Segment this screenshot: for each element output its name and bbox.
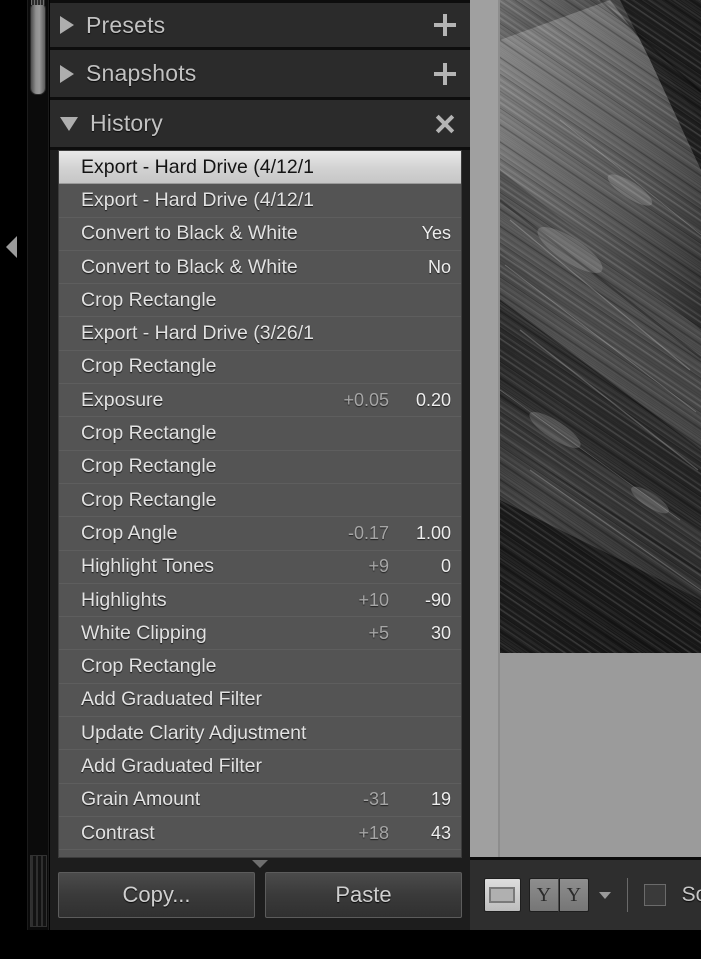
history-row-name: Crop Rectangle (81, 355, 217, 378)
plus-icon[interactable] (434, 14, 456, 36)
history-row-value: 19 (430, 789, 451, 810)
after-view-button[interactable]: Y (558, 878, 589, 912)
history-row[interactable]: Export - Hard Drive (4/12/17 10:45:10 PM… (59, 151, 461, 185)
chevron-down-icon[interactable] (60, 116, 78, 131)
history-row[interactable]: Crop Rectangle (59, 284, 461, 318)
history-row-name: Grain Amount (81, 788, 201, 811)
history-row-delta: -0.17 (347, 522, 389, 543)
history-row-name: Update Clarity Adjustment (81, 721, 307, 744)
close-icon[interactable] (434, 113, 456, 135)
history-row-name: White Clipping (81, 621, 207, 644)
history-row[interactable]: Crop Angle -0.17 1.00 (59, 517, 461, 551)
collapse-left-panel-arrow[interactable] (6, 236, 17, 258)
left-panel-scrollbar-track[interactable] (27, 0, 49, 930)
before-view-button[interactable]: Y (528, 878, 559, 912)
history-row-name: Crop Rectangle (81, 655, 217, 678)
history-row-value: 0.20 (415, 389, 451, 410)
chevron-down-icon[interactable] (252, 860, 268, 868)
history-row-name: Crop Rectangle (81, 488, 217, 511)
history-row-name: Crop Angle (81, 521, 178, 544)
left-panel-resize-grip[interactable] (30, 855, 47, 927)
history-row-name: Crop Rectangle (81, 422, 217, 445)
history-row[interactable]: Contrast +18 43 (59, 817, 461, 851)
history-row[interactable]: Add Graduated Filter (59, 750, 461, 784)
history-row-name: Export - Hard Drive (4/12/17 9:08:46 PM) (81, 188, 313, 211)
scrollbar-thumb-cap (31, 0, 45, 5)
history-row[interactable]: White Clipping +5 30 (59, 617, 461, 651)
history-row[interactable]: Exposure +0.05 0.20 (59, 384, 461, 418)
history-row-name: Exposure (81, 388, 164, 411)
history-row-value: 30 (430, 622, 451, 643)
soft-proofing-checkbox[interactable] (643, 884, 666, 906)
history-row[interactable]: Highlights +10 -90 (59, 584, 461, 618)
history-row-name: Add Graduated Filter (81, 754, 263, 777)
chevron-down-icon[interactable] (598, 891, 611, 899)
history-row-delta: +18 (358, 822, 389, 843)
chevron-right-icon[interactable] (60, 16, 74, 34)
history-row[interactable]: Update Clarity Adjustment (59, 717, 461, 751)
history-row[interactable]: Add Graduated Filter (59, 684, 461, 718)
view-toolbar: Y Y So (470, 857, 701, 930)
history-row-delta: +0.05 (343, 389, 389, 410)
canvas-gutter (470, 0, 500, 857)
chevron-right-icon[interactable] (60, 64, 74, 83)
lightroom-develop-window: Presets Snapshots History Export - Hard … (0, 0, 701, 959)
history-row[interactable]: Crop Rectangle (59, 650, 461, 684)
left-panel-scrollbar-thumb[interactable] (30, 2, 46, 95)
paste-button[interactable]: Paste (265, 872, 462, 918)
history-row-name: Export - Hard Drive (4/12/17 10:45:10 PM… (81, 155, 313, 178)
soft-proofing-label: So (681, 883, 701, 906)
panel-title-presets: Presets (86, 11, 166, 38)
panel-title-snapshots: Snapshots (86, 60, 197, 86)
history-row-delta: -31 (362, 789, 389, 810)
photo-image (500, 0, 701, 653)
history-row[interactable]: Crop Rectangle (59, 451, 461, 484)
panel-header-presets[interactable]: Presets (50, 0, 470, 50)
panel-header-snapshots[interactable]: Snapshots (50, 50, 470, 100)
history-panel: Export - Hard Drive (4/12/17 10:45:10 PM… (58, 150, 462, 858)
history-row-delta: +5 (368, 622, 389, 643)
history-row-name: Highlights (81, 588, 167, 611)
history-list[interactable]: Export - Hard Drive (4/12/17 10:45:10 PM… (59, 151, 461, 857)
history-row-name: Crop Rectangle (81, 455, 217, 478)
history-row[interactable]: Convert to Black & White Yes (59, 218, 461, 251)
toolbar-divider (626, 878, 628, 912)
history-row-value: No (427, 256, 451, 277)
history-row[interactable]: Crop Rectangle (59, 351, 461, 385)
history-row-delta: +10 (358, 589, 389, 610)
left-panel-footer: Copy... Paste (50, 858, 470, 930)
history-row-name: Export - Hard Drive (3/26/17 5:13:49 PM) (81, 322, 313, 345)
history-row-value: -90 (424, 589, 451, 610)
left-panel: Presets Snapshots History Export - Hard … (50, 0, 470, 930)
photo-preview[interactable] (500, 0, 701, 653)
loupe-view-button[interactable] (484, 878, 521, 912)
copy-button[interactable]: Copy... (58, 872, 255, 918)
history-row-name: Convert to Black & White (81, 255, 298, 278)
history-row-value: 0 (440, 556, 451, 577)
history-row[interactable]: Crop Rectangle (59, 417, 461, 451)
history-row[interactable]: Convert to Black & White No (59, 251, 461, 285)
history-row-delta: +9 (368, 556, 389, 577)
history-row[interactable]: Export - Hard Drive (3/26/17 5:13:49 PM) (59, 317, 461, 351)
history-row[interactable]: Crop Rectangle (59, 484, 461, 518)
history-row-value: Yes (421, 223, 451, 244)
history-row[interactable]: Grain Amount -31 19 (59, 784, 461, 817)
history-row-value: 1.00 (415, 522, 451, 543)
loupe-view-icon (489, 887, 516, 903)
panel-title-history: History (90, 110, 163, 136)
history-row[interactable]: Export - Hard Drive (4/12/17 9:08:46 PM) (59, 184, 461, 218)
history-row-name: Contrast (81, 821, 155, 844)
history-row-value: 43 (430, 822, 451, 843)
before-after-group: Y Y (528, 878, 589, 912)
content-canvas (470, 0, 701, 857)
plus-icon[interactable] (434, 62, 456, 85)
history-row-name: Highlight Tones (81, 555, 214, 578)
history-row-name: Crop Rectangle (81, 288, 217, 311)
history-row-name: Convert to Black & White (81, 222, 298, 245)
history-row[interactable]: Highlight Tones +9 0 (59, 551, 461, 584)
history-row-name: Add Graduated Filter (81, 688, 263, 711)
panel-header-history[interactable]: History (50, 100, 470, 150)
